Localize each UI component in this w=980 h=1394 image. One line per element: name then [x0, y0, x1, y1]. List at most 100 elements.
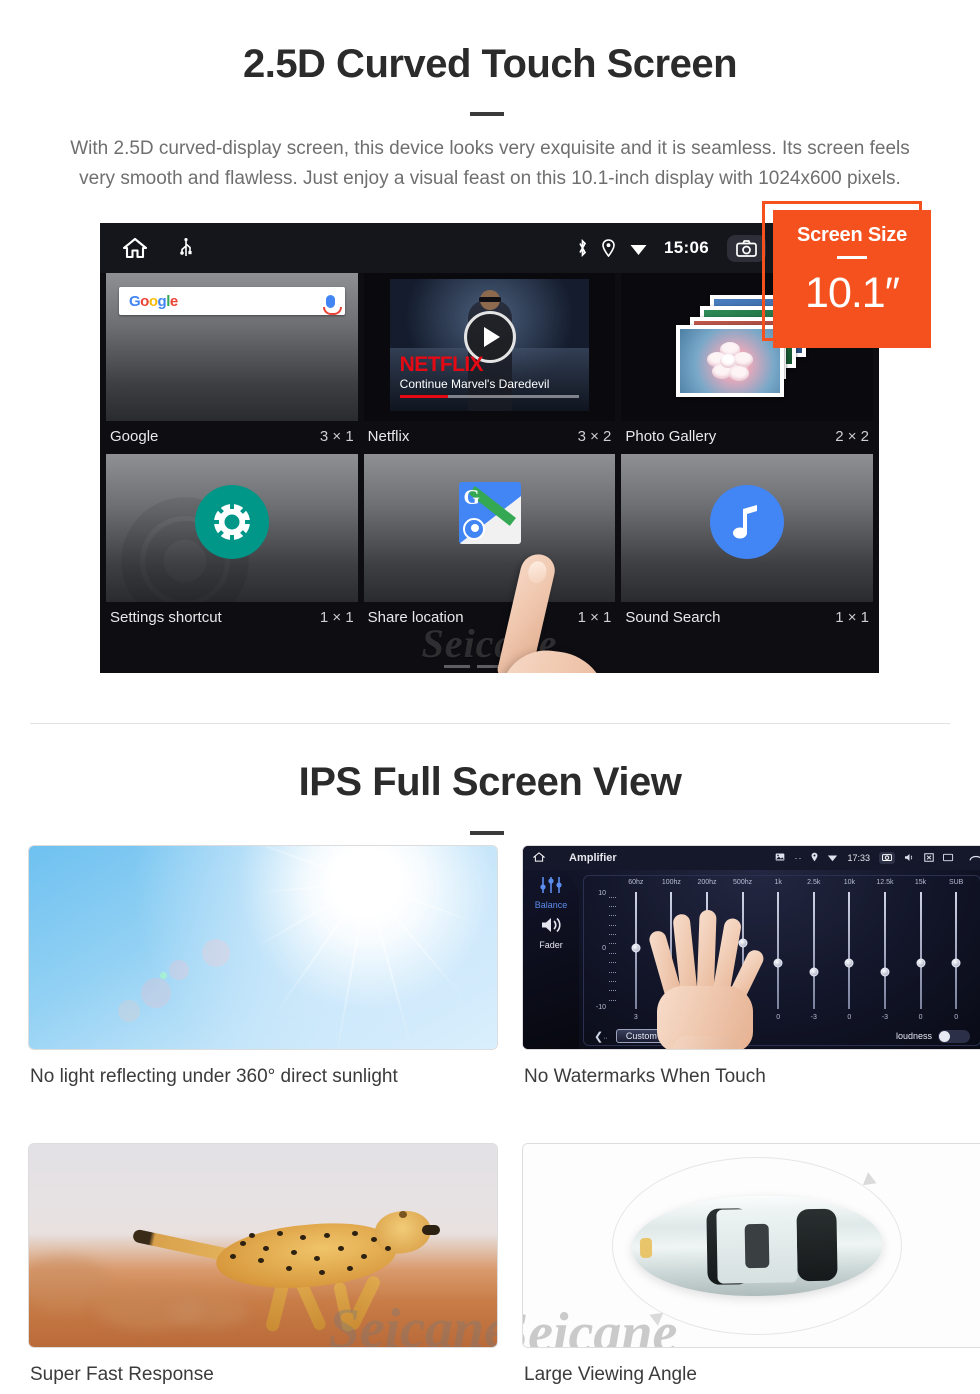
- five-finger-hand-illustration: [647, 908, 767, 1049]
- balance-icon[interactable]: [523, 876, 579, 899]
- more-icon[interactable]: ··: [794, 853, 802, 863]
- bluetooth-icon[interactable]: [577, 239, 588, 257]
- page-dot-active[interactable]: [509, 665, 536, 668]
- amplifier-status-bar: Amplifier ·· 17:33: [523, 846, 980, 870]
- sunlight-image: [28, 845, 498, 1050]
- loudness-label: loudness: [895, 1031, 932, 1041]
- feature-card-sunlight: No light reflecting under 360° direct su…: [28, 845, 498, 1088]
- flower-photo: [707, 342, 754, 382]
- fader-tab-label[interactable]: Fader: [523, 940, 579, 950]
- sound-search-widget-preview: [621, 454, 874, 602]
- share-location-widget-preview: G: [363, 454, 616, 602]
- eq-scale-mid: 0: [602, 944, 606, 952]
- prev-preset-icon[interactable]: ❮··: [594, 1030, 608, 1043]
- home-icon[interactable]: [532, 852, 546, 864]
- progress-bar: [399, 395, 580, 398]
- watermark: Seicane: [523, 1302, 678, 1348]
- eq-slider[interactable]: [832, 892, 868, 1009]
- widget-tile-google[interactable]: Google Google 3 × 1: [106, 273, 358, 454]
- page-indicator[interactable]: [100, 665, 879, 668]
- feature-card-viewing-angle: Seicane Large Viewing Angle: [522, 1143, 980, 1386]
- eq-footer: ❮·· Custom loudness: [584, 1029, 980, 1043]
- widget-row-2: Settings shortcut 1 × 1 G Share location…: [100, 454, 879, 635]
- widget-size: 2 × 2: [835, 428, 870, 445]
- eq-band-label: 2.5k: [807, 879, 821, 886]
- location-icon[interactable]: [811, 852, 818, 864]
- eq-band-label: 500hz: [733, 879, 753, 886]
- volume-icon[interactable]: [904, 853, 915, 864]
- microphone-icon[interactable]: [322, 294, 342, 315]
- google-search-bar[interactable]: Google: [119, 287, 345, 315]
- page-dot[interactable]: [443, 665, 470, 668]
- eq-slider[interactable]: [938, 892, 974, 1009]
- google-logo: Google: [129, 292, 178, 310]
- widget-size: 3 × 1: [319, 428, 354, 445]
- recents-icon[interactable]: [943, 853, 954, 864]
- amplifier-screenshot: Amplifier ·· 17:33 Balance Fader 60hz 10…: [522, 845, 980, 1050]
- widget-tile-sound-search[interactable]: Sound Search 1 × 1: [621, 454, 874, 635]
- feature-card-no-watermarks: Amplifier ·· 17:33 Balance Fader 60hz 10…: [522, 845, 980, 1088]
- wifi-icon[interactable]: [629, 241, 648, 256]
- widget-tile-netflix[interactable]: NETFLIX Continue Marvel's Daredevil Netf…: [363, 273, 616, 454]
- widget-label: Google: [110, 428, 159, 445]
- eq-band-labels: 60hz 100hz 200hz 500hz 1k 2.5k 10k 12.5k…: [584, 876, 980, 886]
- settings-gear-icon: [194, 485, 269, 560]
- netflix-logo: NETFLIX: [399, 353, 484, 376]
- feature-caption: No light reflecting under 360° direct su…: [30, 1066, 398, 1087]
- camera-icon[interactable]: [879, 852, 895, 864]
- gallery-icon[interactable]: [775, 853, 785, 863]
- title-underline-rule: [470, 112, 504, 116]
- widget-size: 3 × 2: [577, 428, 612, 445]
- widget-label: Netflix: [367, 428, 410, 445]
- eq-slider[interactable]: [760, 892, 796, 1009]
- eq-slider[interactable]: [903, 892, 939, 1009]
- feature-cards: No light reflecting under 360° direct su…: [28, 845, 980, 1386]
- balance-tab-label[interactable]: Balance: [523, 900, 579, 910]
- eq-band-label: SUB: [948, 879, 964, 886]
- feature-card-row-2: Seicane Super Fast Response eicane Large…: [28, 1143, 980, 1386]
- eq-value: -3: [810, 1014, 817, 1021]
- eq-slider[interactable]: [867, 892, 903, 1009]
- eq-slider[interactable]: [796, 892, 832, 1009]
- watermark: Seicane: [421, 621, 558, 666]
- eq-scale: 10 0 -10: [588, 890, 616, 1011]
- section-description: With 2.5D curved-display screen, this de…: [70, 138, 910, 189]
- amplifier-title: Amplifier: [569, 852, 617, 864]
- widget-tile-share-location[interactable]: G Share location 1 × 1: [363, 454, 616, 635]
- widget-tile-settings-shortcut[interactable]: Settings shortcut 1 × 1: [106, 454, 358, 635]
- eq-band-label: 1k: [774, 879, 782, 886]
- section2-underline-rule: [470, 831, 504, 835]
- location-icon[interactable]: [602, 239, 615, 257]
- eq-value: 0: [918, 1014, 923, 1021]
- google-maps-icon: G: [458, 482, 521, 545]
- fader-icon[interactable]: [523, 916, 579, 939]
- google-widget-preview: Google: [106, 273, 358, 421]
- cheetah-image: Seicane: [28, 1143, 498, 1348]
- eq-value: 0: [954, 1014, 959, 1021]
- camera-icon[interactable]: [727, 234, 766, 262]
- feature-card-row-1: No light reflecting under 360° direct su…: [28, 845, 980, 1088]
- widget-label: Photo Gallery: [625, 428, 717, 445]
- wifi-icon[interactable]: [827, 853, 838, 864]
- equalizer-panel: Balance Fader 60hz 100hz 200hz 500hz 1k …: [523, 870, 980, 1049]
- eq-value: -3: [881, 1014, 889, 1021]
- close-icon[interactable]: [924, 852, 934, 864]
- back-icon[interactable]: [969, 853, 980, 864]
- page-dot[interactable]: [476, 665, 503, 668]
- eq-slider[interactable]: [618, 892, 654, 1009]
- badge-value: 10.1″: [805, 269, 900, 317]
- home-icon[interactable]: [122, 237, 148, 259]
- eq-band-label: 15k: [914, 879, 927, 886]
- eq-band-label: 10k: [843, 879, 855, 886]
- eq-value: 3: [633, 1014, 638, 1021]
- usb-icon[interactable]: [180, 238, 192, 258]
- feature-caption: Large Viewing Angle: [524, 1364, 697, 1385]
- eq-value: 0: [776, 1014, 781, 1021]
- watermark: Seicane: [328, 1298, 498, 1348]
- eq-band-label: 60hz: [628, 879, 644, 886]
- music-note-icon: [710, 485, 785, 560]
- eq-scale-min: -10: [595, 1004, 606, 1011]
- settings-widget-preview: [106, 454, 358, 602]
- netflix-widget-preview: NETFLIX Continue Marvel's Daredevil: [363, 273, 616, 421]
- loudness-toggle[interactable]: [938, 1029, 970, 1043]
